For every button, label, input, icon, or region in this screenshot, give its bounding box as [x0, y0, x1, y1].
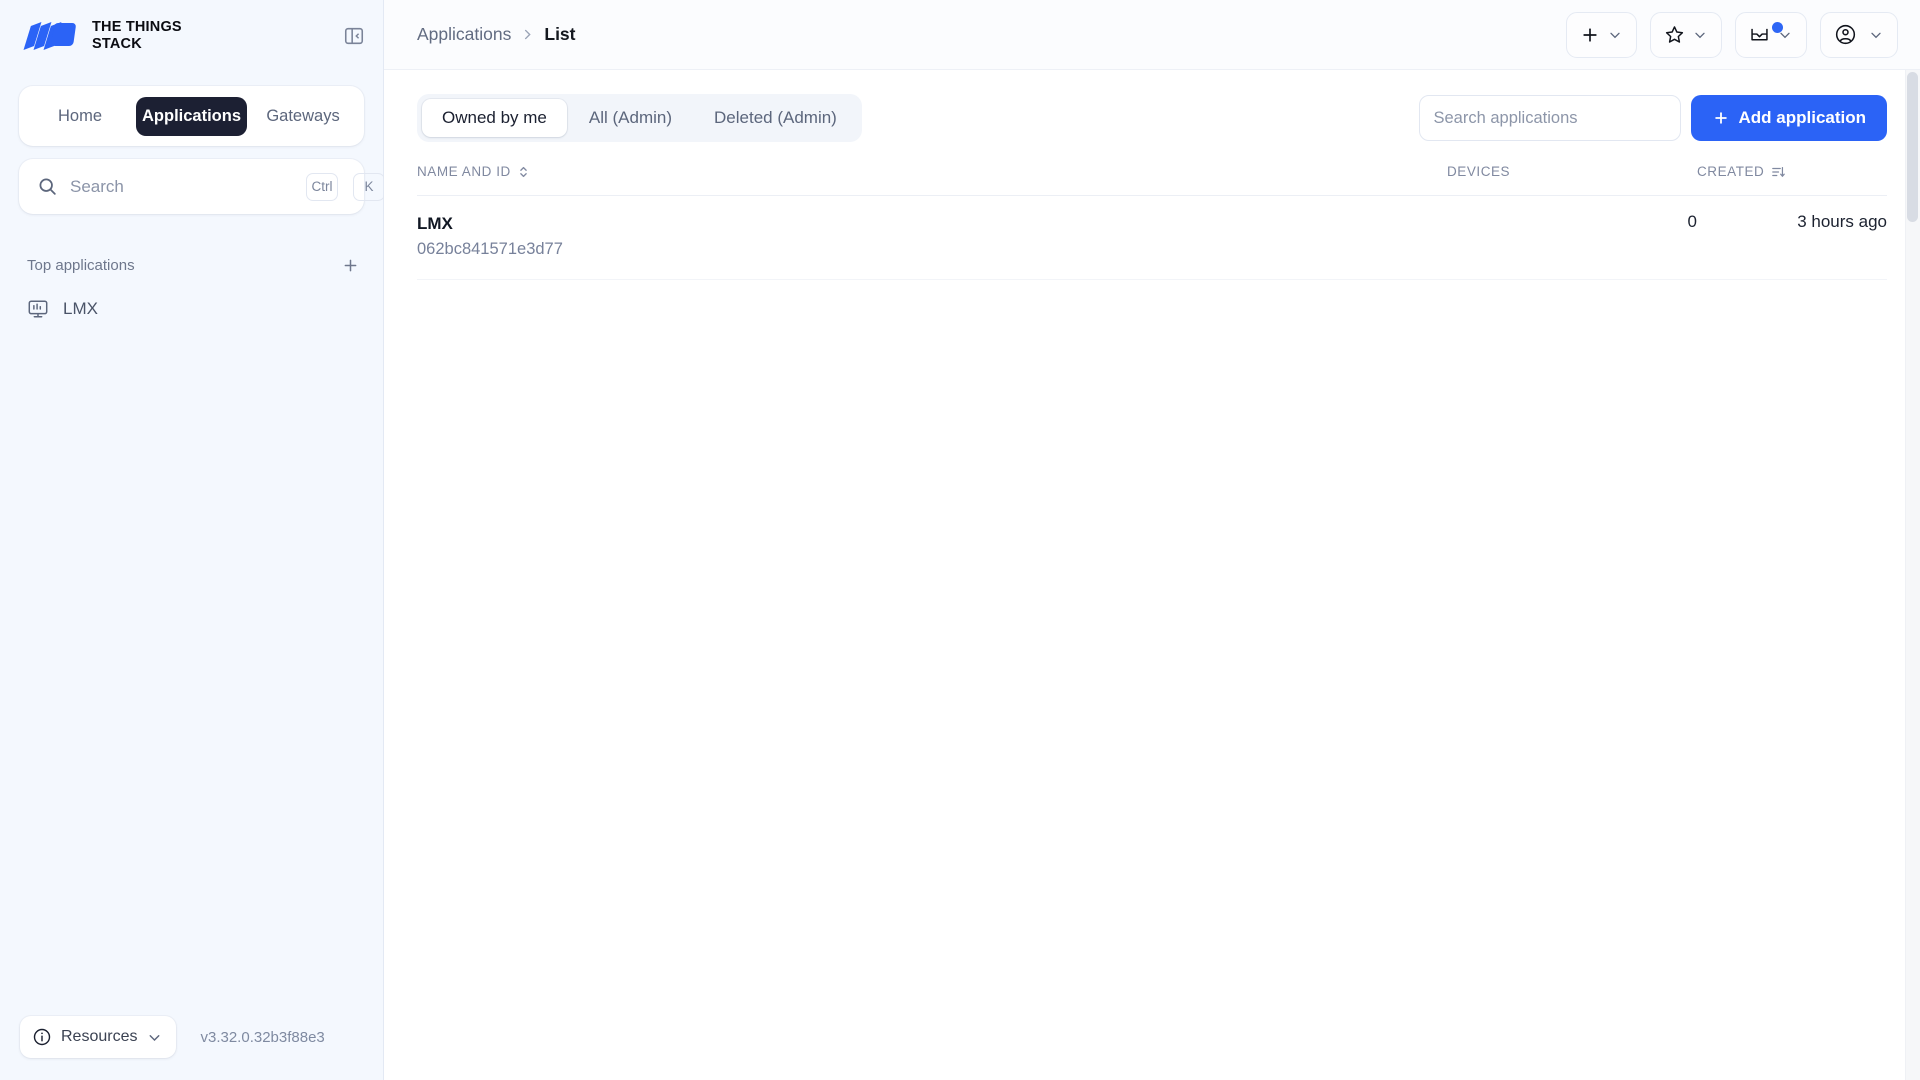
- resources-button[interactable]: Resources: [20, 1016, 176, 1058]
- notification-badge-dot: [1772, 22, 1783, 33]
- plus-icon: [1580, 25, 1600, 45]
- plus-icon: [1712, 109, 1730, 127]
- table-row[interactable]: LMX 062bc841571e3d77 0 3 hours ago: [417, 196, 1887, 280]
- table-header-row: Name and ID Devices: [417, 164, 1887, 196]
- sidebar-footer: Resources v3.32.0.32b3f88e3: [0, 1016, 383, 1080]
- applications-list-panel: Owned by me All (Admin) Deleted (Admin) …: [384, 70, 1920, 1080]
- nav-item-applications[interactable]: Applications: [136, 97, 247, 136]
- top-applications-list: LMX: [0, 290, 383, 328]
- sidebar-item-label: LMX: [63, 299, 98, 319]
- search-applications-input[interactable]: [1419, 95, 1681, 141]
- application-name: LMX: [417, 212, 1447, 237]
- top-applications-title: Top applications: [27, 257, 135, 274]
- chevron-right-icon: [520, 27, 535, 42]
- filter-tab-deleted-admin[interactable]: Deleted (Admin): [694, 99, 857, 137]
- cell-devices: 0: [1447, 196, 1697, 280]
- app-root: THE THINGS STACK Home Applications Gatew…: [0, 0, 1920, 1080]
- breadcrumb-current: List: [544, 24, 575, 45]
- bookmarks-menu-button[interactable]: [1650, 12, 1722, 58]
- filter-tabs: Owned by me All (Admin) Deleted (Admin): [417, 94, 862, 142]
- column-header-devices[interactable]: Devices: [1447, 164, 1697, 196]
- table-body: LMX 062bc841571e3d77 0 3 hours ago: [417, 196, 1887, 280]
- chevron-down-icon: [146, 1029, 163, 1046]
- sort-descending-icon: [1771, 165, 1786, 179]
- top-applications-header: Top applications: [27, 252, 364, 278]
- nav-item-home[interactable]: Home: [26, 97, 134, 136]
- application-monitor-icon: [27, 298, 49, 320]
- chevron-down-icon: [1692, 27, 1708, 43]
- list-toolbar-right: Add application: [1419, 95, 1888, 141]
- add-application-button[interactable]: Add application: [1691, 95, 1888, 141]
- add-application-sidebar-button[interactable]: [336, 251, 364, 279]
- inbox-icon: [1749, 24, 1770, 45]
- the-things-stack-logo-icon: [22, 18, 80, 54]
- sidebar: THE THINGS STACK Home Applications Gatew…: [0, 0, 384, 1080]
- application-id: 062bc841571e3d77: [417, 237, 1447, 262]
- info-circle-icon: [32, 1027, 52, 1047]
- profile-menu-button[interactable]: [1820, 12, 1898, 58]
- brand-logo-text: THE THINGS STACK: [92, 19, 182, 53]
- scrollbar-thumb[interactable]: [1907, 72, 1918, 222]
- shortcut-key-k: K: [353, 173, 385, 201]
- shortcut-key-ctrl: Ctrl: [306, 173, 338, 201]
- column-header-name-and-id[interactable]: Name and ID: [417, 164, 1447, 196]
- resources-label: Resources: [61, 1028, 137, 1046]
- star-icon: [1664, 24, 1685, 45]
- sidebar-search-input[interactable]: [70, 177, 291, 197]
- sidebar-item-lmx[interactable]: LMX: [0, 290, 383, 328]
- topbar-actions: [1566, 12, 1898, 58]
- filter-tab-all-admin[interactable]: All (Admin): [569, 99, 692, 137]
- add-menu-button[interactable]: [1566, 12, 1637, 58]
- panel-collapse-icon[interactable]: [343, 25, 365, 47]
- column-label-created: Created: [1697, 164, 1764, 179]
- sort-updown-icon: [518, 165, 529, 179]
- column-label-name-and-id: Name and ID: [417, 164, 511, 179]
- user-circle-icon: [1834, 23, 1857, 46]
- nav-item-gateways[interactable]: Gateways: [249, 97, 357, 136]
- version-label: v3.32.0.32b3f88e3: [200, 1029, 324, 1046]
- search-icon: [37, 176, 58, 197]
- breadcrumb-applications[interactable]: Applications: [417, 24, 511, 45]
- chevron-down-icon: [1607, 27, 1623, 43]
- table-header: Name and ID Devices: [417, 164, 1887, 196]
- sidebar-nav: Home Applications Gateways: [19, 86, 364, 146]
- notifications-menu-button[interactable]: [1735, 12, 1807, 58]
- topbar: Applications List: [384, 0, 1920, 70]
- list-toolbar: Owned by me All (Admin) Deleted (Admin) …: [417, 94, 1887, 142]
- vertical-scrollbar[interactable]: [1905, 70, 1920, 1080]
- sidebar-header: THE THINGS STACK: [0, 0, 383, 72]
- filter-tab-owned-by-me[interactable]: Owned by me: [422, 99, 567, 137]
- chevron-down-icon: [1868, 27, 1884, 43]
- brand-logo[interactable]: THE THINGS STACK: [22, 18, 182, 54]
- breadcrumb: Applications List: [417, 24, 576, 45]
- cell-name-and-id: LMX 062bc841571e3d77: [417, 196, 1447, 280]
- cell-created: 3 hours ago: [1697, 196, 1887, 280]
- main-content: Applications List: [384, 0, 1920, 1080]
- column-header-created[interactable]: Created: [1697, 164, 1887, 196]
- add-application-label: Add application: [1739, 108, 1867, 128]
- applications-table: Name and ID Devices: [417, 164, 1887, 280]
- sidebar-search[interactable]: Ctrl K: [19, 159, 364, 214]
- column-label-devices: Devices: [1447, 164, 1510, 179]
